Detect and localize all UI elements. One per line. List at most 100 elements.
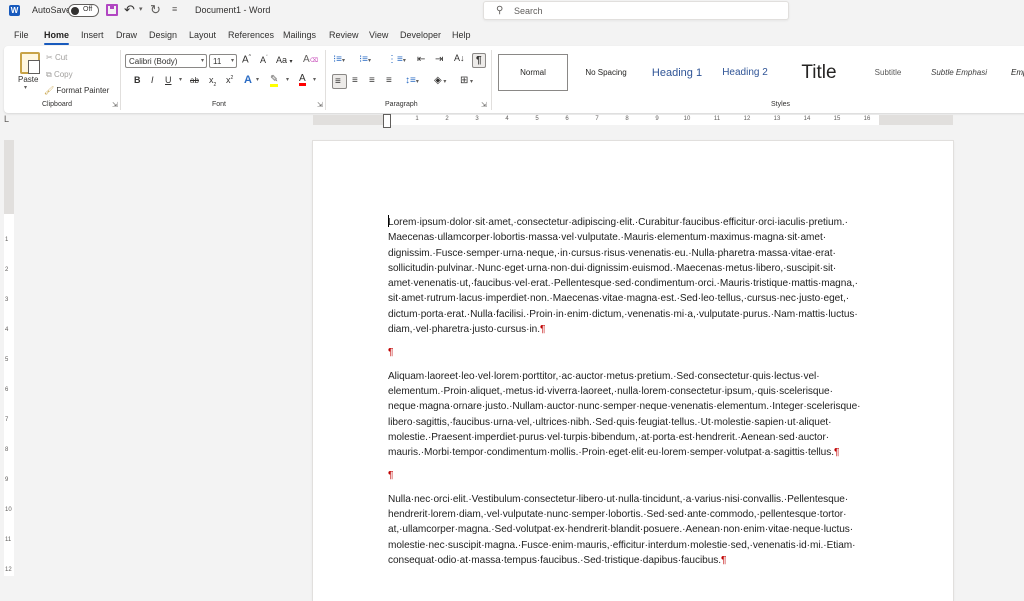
ruler-number: 12 (5, 567, 12, 573)
style-title[interactable]: Title (777, 54, 861, 91)
redo-icon[interactable]: ↻ (150, 2, 161, 18)
style-heading-2[interactable]: Heading 2 (713, 54, 777, 91)
borders-button[interactable]: ⊞ ▾ (460, 76, 473, 86)
tab-references[interactable]: References (228, 30, 274, 40)
line-text: libero·sagittis,·faucibus·urna·vel,·ultr… (388, 416, 832, 428)
ruler-number: 6 (565, 116, 569, 122)
superscript-button[interactable]: x2 (226, 76, 233, 85)
search-input[interactable]: ⚲ Search (483, 1, 789, 20)
style-no-spacing[interactable]: No Spacing (571, 54, 641, 91)
highlight-color-button[interactable]: ✎ (270, 75, 279, 87)
style-normal[interactable]: Normal (498, 54, 568, 91)
clear-formatting-button[interactable]: A⌫ (303, 55, 318, 65)
paragraph-launcher-icon[interactable]: ⇲ (481, 101, 487, 109)
style-emphasis[interactable]: Emphasis (1003, 54, 1024, 91)
vertical-ruler[interactable]: 1 2 3 4 5 6 7 8 9 10 11 12 (4, 130, 14, 576)
chevron-down-icon: ▾ (230, 58, 234, 64)
horizontal-ruler[interactable]: 1 2 3 4 5 6 7 8 9 10 11 12 13 14 15 16 (313, 115, 953, 125)
shrink-font-button[interactable]: Aˇ (260, 56, 268, 65)
align-center-button[interactable]: ≡ (352, 76, 358, 86)
divider (325, 50, 326, 110)
shading-button[interactable]: ◈ ▾ (434, 76, 446, 86)
font-size-select[interactable]: 11 ▾ (209, 54, 237, 68)
underline-dropdown-icon[interactable]: ▾ (179, 77, 182, 83)
tab-home[interactable]: Home (44, 30, 70, 45)
align-left-icon: ≡ (335, 76, 341, 87)
text-effects-dropdown-icon[interactable]: ▾ (256, 77, 259, 83)
tab-review[interactable]: Review (329, 30, 359, 40)
copy-label: Copy (53, 70, 73, 79)
bullets-button[interactable]: ⁝≡▾ (333, 55, 345, 65)
font-launcher-icon[interactable]: ⇲ (317, 101, 323, 109)
clipboard-launcher-icon[interactable]: ⇲ (112, 101, 118, 109)
copy-button[interactable]: ⧉ Copy (46, 70, 73, 80)
style-heading-1[interactable]: Heading 1 (641, 54, 713, 91)
paragraph[interactable]: ¶ (388, 345, 888, 360)
document-body[interactable]: Lorem·ipsum·dolor·sit·amet,·consectetur·… (388, 215, 888, 576)
paste-button[interactable]: Paste (18, 75, 38, 84)
multilevel-list-button[interactable]: ⋮≡▾ (387, 55, 406, 65)
save-icon[interactable] (106, 4, 118, 16)
tab-design[interactable]: Design (149, 30, 177, 40)
format-painter-icon: 🖌 (44, 86, 55, 95)
ruler-number: 3 (5, 297, 9, 303)
font-color-dropdown-icon[interactable]: ▾ (313, 77, 316, 83)
change-case-icon: Aa (276, 55, 288, 65)
paragraph[interactable]: Lorem·ipsum·dolor·sit·amet,·consectetur·… (388, 215, 888, 337)
ruler-number: 7 (595, 116, 599, 122)
style-subtitle[interactable]: Subtitle (861, 54, 915, 91)
paragraph[interactable]: ¶ (388, 468, 888, 483)
italic-button[interactable]: I (151, 76, 154, 85)
decrease-indent-button[interactable]: ⇤ (417, 55, 425, 65)
autosave-toggle[interactable]: Off (68, 4, 99, 17)
style-subtle-emphasis[interactable]: Subtle Emphasi (915, 54, 1003, 91)
change-case-button[interactable]: Aa ▾ (276, 55, 293, 66)
cut-button[interactable]: ✂ Cut (46, 53, 67, 62)
tab-draw[interactable]: Draw (116, 30, 137, 40)
styles-group-label: Styles (771, 101, 791, 108)
numbering-button[interactable]: ⁝≡▾ (359, 55, 371, 65)
tab-view[interactable]: View (369, 30, 388, 40)
subscript-button[interactable]: x2 (209, 76, 216, 88)
paragraph[interactable]: Nulla·nec·orci·elit.·Vestibulum·consecte… (388, 492, 888, 568)
ruler-number: 4 (5, 327, 9, 333)
paste-icon[interactable] (20, 52, 40, 74)
customize-qat-icon[interactable]: ≡ (172, 4, 177, 14)
tab-help[interactable]: Help (452, 30, 471, 40)
tab-layout[interactable]: Layout (189, 30, 216, 40)
tab-developer[interactable]: Developer (400, 30, 441, 40)
align-right-button[interactable]: ≡ (369, 76, 375, 86)
indent-marker[interactable] (383, 114, 391, 128)
tab-insert[interactable]: Insert (81, 30, 104, 40)
paste-dropdown-icon[interactable]: ▾ (24, 84, 27, 91)
font-name-select[interactable]: Calibri (Body) ▾ (125, 54, 207, 68)
ruler-number: 3 (475, 116, 479, 122)
increase-indent-button[interactable]: ⇥ (435, 55, 443, 65)
bold-button[interactable]: B (134, 76, 141, 85)
grow-font-button[interactable]: A^ (242, 55, 251, 65)
ruler-number: 8 (625, 116, 629, 122)
tab-selector-icon[interactable]: L (4, 114, 9, 124)
align-left-button[interactable]: ≡ (332, 74, 347, 89)
text-line: molestie.·Praesent·imperdiet·purus·vel·t… (388, 430, 888, 445)
paragraph[interactable]: Aliquam·laoreet·leo·vel·lorem·porttitor,… (388, 369, 888, 461)
tab-mailings[interactable]: Mailings (283, 30, 316, 40)
line-spacing-button[interactable]: ↕≡▾ (405, 76, 419, 86)
strikethrough-button[interactable]: ab (190, 77, 199, 85)
sort-button[interactable]: A↓ (454, 54, 465, 63)
underline-button[interactable]: U (165, 76, 172, 85)
highlight-dropdown-icon[interactable]: ▾ (286, 77, 289, 83)
show-formatting-marks-button[interactable]: ¶ (472, 53, 486, 68)
ruler-number: 15 (833, 116, 841, 122)
text-line: dignissim.·Fusce·semper·urna·neque,·in·c… (388, 246, 888, 261)
format-painter-button[interactable]: 🖌 Format Painter (44, 86, 109, 95)
tab-file[interactable]: File (14, 30, 29, 40)
font-color-button[interactable]: A (299, 74, 306, 86)
word-app-icon[interactable]: W (9, 5, 20, 16)
line-text: elementum.·Proin·aliquet,·metus·id·viver… (388, 385, 833, 397)
ruler-left-margin (313, 115, 387, 125)
undo-icon[interactable]: ↶ (124, 2, 135, 18)
text-effects-button[interactable]: A (244, 75, 252, 86)
undo-dropdown-icon[interactable]: ▾ (139, 5, 143, 13)
justify-button[interactable]: ≡ (386, 76, 392, 86)
